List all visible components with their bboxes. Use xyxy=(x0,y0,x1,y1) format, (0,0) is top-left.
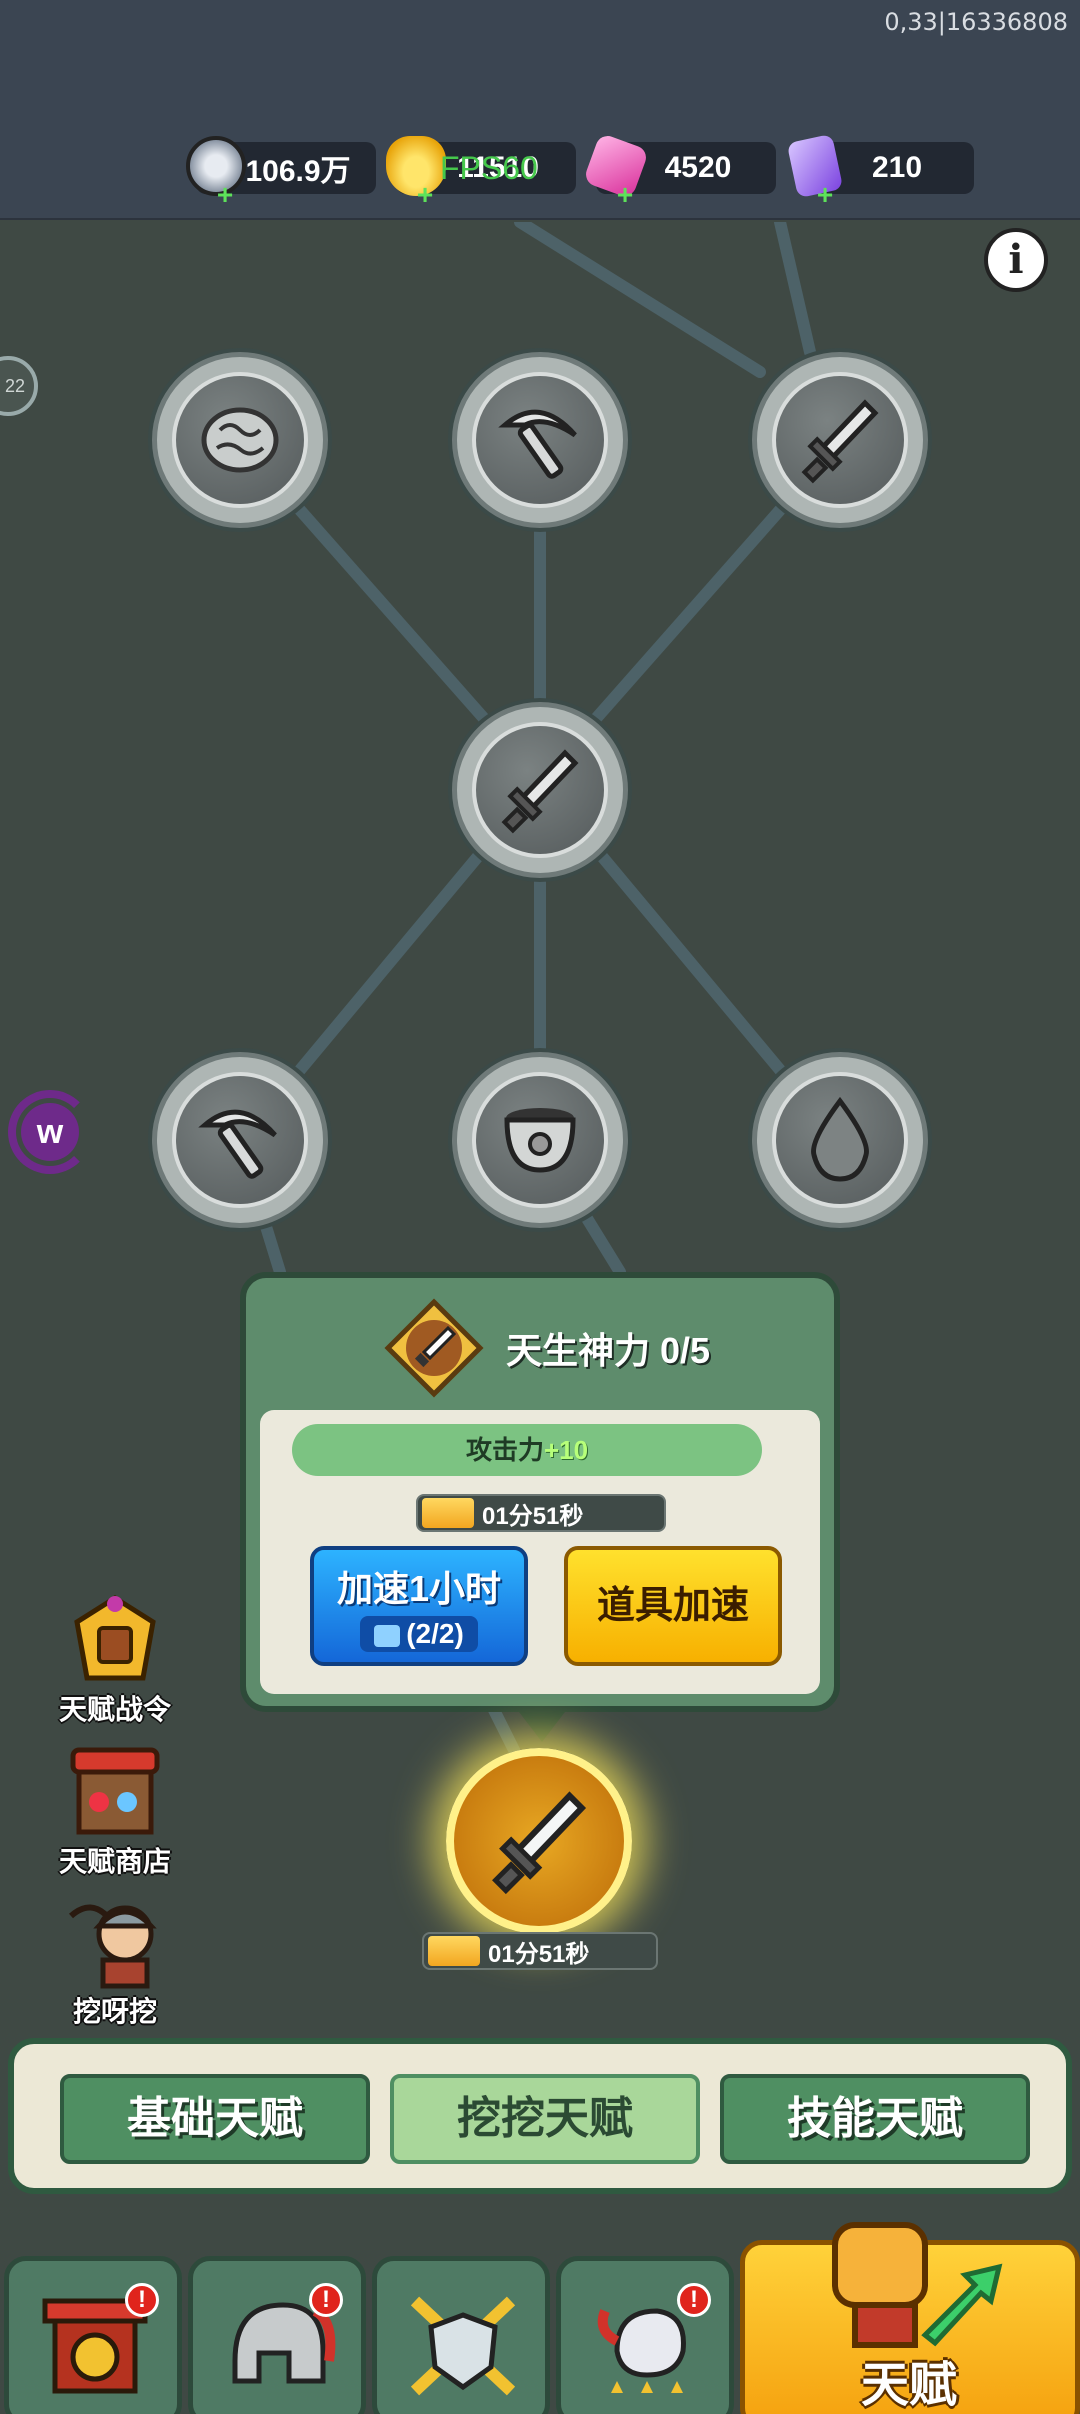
sword-icon xyxy=(472,722,608,858)
add-pink-gem-icon[interactable]: + xyxy=(614,181,636,209)
tab-dig-talent[interactable]: 挖挖天赋 xyxy=(390,2074,700,2164)
talent-node-sword-mid[interactable] xyxy=(452,702,628,878)
talent-sword-badge-icon xyxy=(384,1298,484,1398)
nav-battle-button[interactable] xyxy=(372,2256,550,2414)
sword-icon xyxy=(772,372,908,508)
talent-fist-icon xyxy=(832,2222,1003,2348)
nav-gate-button[interactable]: ! xyxy=(4,2256,182,2414)
speedup-1h-button[interactable]: 加速1小时 (2/2) xyxy=(310,1546,528,1666)
debug-readout: 0,33|16336808 xyxy=(884,8,1068,36)
add-silver-coin-icon[interactable]: + xyxy=(214,181,236,209)
crossed-swords-shield-icon xyxy=(410,2296,516,2396)
active-node-timer: 01分51秒 xyxy=(422,1932,658,1970)
talent-detail-popup: 天生神力 0/5 攻击力+10 01分51秒 加速1小时 (2/2) 道具加速 xyxy=(240,1272,840,1712)
talent-node-pot[interactable] xyxy=(452,1052,628,1228)
talent-node-sword-top[interactable] xyxy=(752,352,928,528)
popup-pointer xyxy=(516,1708,568,1742)
timer-progress-chip xyxy=(428,1936,480,1966)
nav-talent-label: 天赋 xyxy=(861,2359,958,2412)
timer-progress-chip xyxy=(422,1498,474,1528)
pickaxe-icon xyxy=(172,1072,308,1208)
talent-shop-button[interactable]: 天赋商店 xyxy=(40,1744,190,1880)
tab-skill-talent[interactable]: 技能天赋 xyxy=(720,2074,1030,2164)
nav-pet-button[interactable]: ! xyxy=(556,2256,734,2414)
item-speedup-button[interactable]: 道具加速 xyxy=(564,1546,782,1666)
active-node-timer-text: 01分51秒 xyxy=(488,1940,590,1968)
miner-character-icon xyxy=(65,1894,165,1990)
talent-pass-button[interactable]: 天赋战令 xyxy=(40,1592,190,1728)
talent-tabs: 基础天赋 挖挖天赋 技能天赋 xyxy=(8,2038,1072,2194)
brain-icon xyxy=(172,372,308,508)
stat-label: 攻击力 xyxy=(465,1435,544,1465)
fps-overlay: FPS60 xyxy=(440,150,538,186)
video-ad-icon xyxy=(374,1624,401,1647)
active-talent-node[interactable] xyxy=(446,1748,632,1934)
tab-basic-talent[interactable]: 基础天赋 xyxy=(60,2074,370,2164)
talent-pass-label: 天赋战令 xyxy=(58,1694,171,1725)
nav-badge: ! xyxy=(677,2283,711,2317)
silver-coin-value: 106.9万 xyxy=(245,155,351,188)
nav-talent-button[interactable]: 天赋 xyxy=(740,2222,1080,2414)
talent-node-brain[interactable] xyxy=(152,352,328,528)
speedup-count-badge: (2/2) xyxy=(360,1616,478,1652)
attack-stat-bar: 攻击力+10 xyxy=(292,1424,762,1476)
drop-icon xyxy=(772,1072,908,1208)
nav-badge: ! xyxy=(125,2283,159,2317)
info-icon[interactable]: i xyxy=(984,228,1048,292)
speedup-label: 加速1小时 xyxy=(336,1568,502,1609)
add-purple-crystal-icon[interactable]: + xyxy=(814,181,836,209)
miner-label: 挖呀挖 xyxy=(72,1996,157,2027)
miner-button[interactable]: 挖呀挖 xyxy=(40,1894,190,2030)
nav-badge: ! xyxy=(309,2283,343,2317)
talent-pass-icon xyxy=(65,1592,165,1688)
stat-bonus: +10 xyxy=(543,1435,589,1465)
talent-node-pickaxe-bottom[interactable] xyxy=(152,1052,328,1228)
speedup-count: (2/2) xyxy=(406,1618,464,1649)
pink-gem-value: 4520 xyxy=(664,151,732,184)
talent-shop-icon xyxy=(65,1744,165,1840)
talent-shop-label: 天赋商店 xyxy=(58,1846,171,1877)
purple-crystal-value: 210 xyxy=(871,151,923,184)
popup-timer-text: 01分51秒 xyxy=(482,1502,584,1530)
nav-equipment-button[interactable]: ! xyxy=(188,2256,366,2414)
pickaxe-icon xyxy=(472,372,608,508)
popup-timer: 01分51秒 xyxy=(416,1494,666,1532)
pot-icon xyxy=(472,1072,608,1208)
sword-icon xyxy=(492,1791,587,1895)
talent-title: 天生神力 0/5 xyxy=(506,1330,711,1371)
talent-node-pickaxe-top[interactable] xyxy=(452,352,628,528)
w-logo-icon: w xyxy=(8,1090,92,1174)
talent-node-drop[interactable] xyxy=(752,1052,928,1228)
add-gold-ingot-icon[interactable]: + xyxy=(414,181,436,209)
